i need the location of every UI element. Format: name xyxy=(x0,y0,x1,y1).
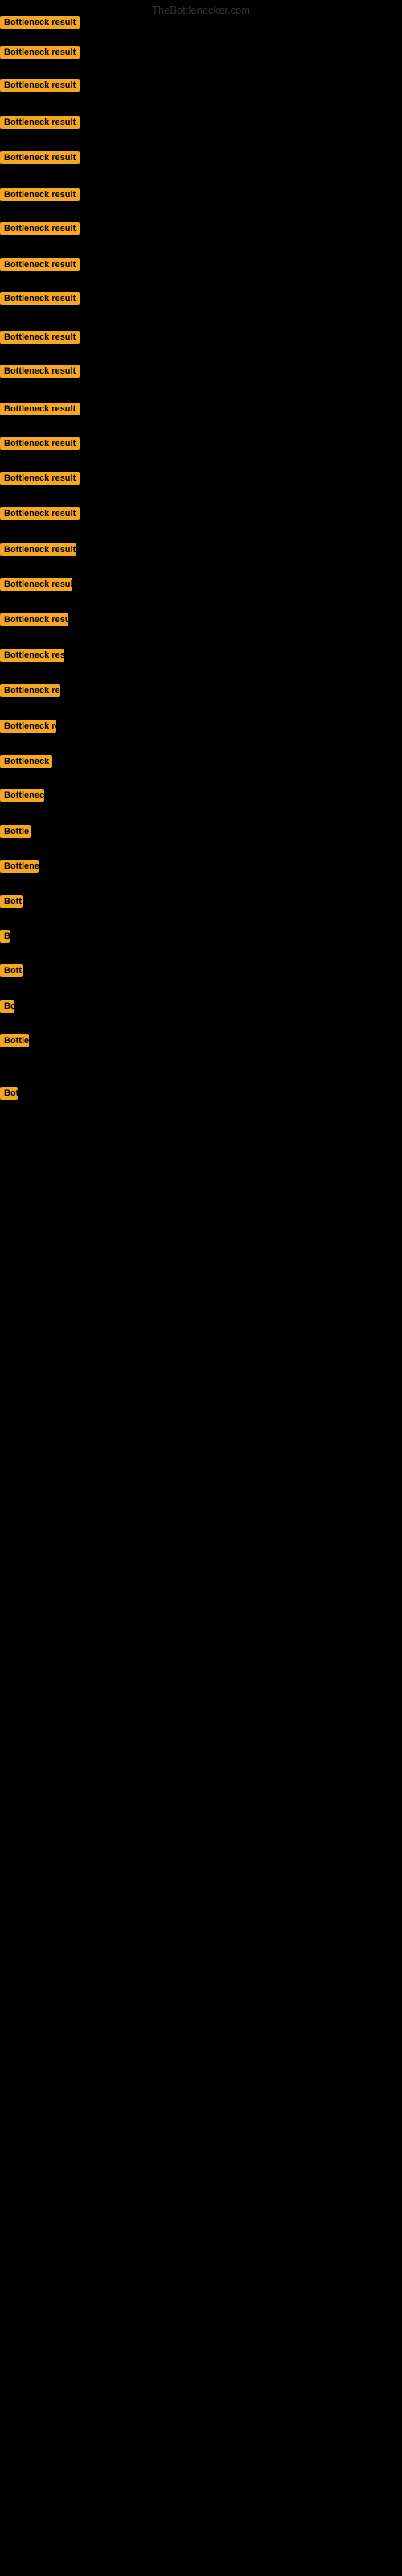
bottleneck-badge-8[interactable]: Bottleneck result xyxy=(0,258,80,271)
bottleneck-badge-9[interactable]: Bottleneck result xyxy=(0,292,80,305)
bottleneck-badge-18[interactable]: Bottleneck result xyxy=(0,613,68,626)
bottleneck-badge-20[interactable]: Bottleneck resu xyxy=(0,684,60,697)
bottleneck-badge-25[interactable]: Bottlenec xyxy=(0,860,39,873)
bottleneck-badge-29[interactable]: Bo xyxy=(0,1000,14,1013)
bottleneck-badge-24[interactable]: Bottle xyxy=(0,825,31,838)
bottleneck-badge-2[interactable]: Bottleneck result xyxy=(0,46,80,59)
bottleneck-badge-22[interactable]: Bottleneck res xyxy=(0,755,52,768)
bottleneck-badge-10[interactable]: Bottleneck result xyxy=(0,331,80,344)
bottleneck-badge-11[interactable]: Bottleneck result xyxy=(0,365,80,378)
bottleneck-badge-23[interactable]: Bottleneck xyxy=(0,789,44,802)
bottleneck-badge-30[interactable]: Bottler xyxy=(0,1034,29,1047)
bottleneck-badge-14[interactable]: Bottleneck result xyxy=(0,472,80,485)
bottleneck-badge-27[interactable]: B xyxy=(0,930,10,943)
bottleneck-badge-7[interactable]: Bottleneck result xyxy=(0,222,80,235)
bottleneck-badge-1[interactable]: Bottleneck result xyxy=(0,16,80,29)
bottleneck-badge-17[interactable]: Bottleneck result xyxy=(0,578,72,591)
bottleneck-badge-4[interactable]: Bottleneck result xyxy=(0,116,80,129)
bottleneck-badge-26[interactable]: Bott xyxy=(0,895,23,908)
bottleneck-badge-31[interactable]: Bot xyxy=(0,1087,18,1100)
bottleneck-badge-13[interactable]: Bottleneck result xyxy=(0,437,80,450)
bottleneck-badge-15[interactable]: Bottleneck result xyxy=(0,507,80,520)
bottleneck-badge-5[interactable]: Bottleneck result xyxy=(0,151,80,164)
bottleneck-badge-3[interactable]: Bottleneck result xyxy=(0,79,80,92)
bottleneck-badge-12[interactable]: Bottleneck result xyxy=(0,402,80,415)
bottleneck-badge-28[interactable]: Bott xyxy=(0,964,23,977)
bottleneck-badge-21[interactable]: Bottleneck resu xyxy=(0,720,56,733)
bottleneck-badge-16[interactable]: Bottleneck result xyxy=(0,543,76,556)
bottleneck-badge-6[interactable]: Bottleneck result xyxy=(0,188,80,201)
bottleneck-badge-19[interactable]: Bottleneck resu xyxy=(0,649,64,662)
site-title: TheBottlenecker.com xyxy=(152,4,250,16)
